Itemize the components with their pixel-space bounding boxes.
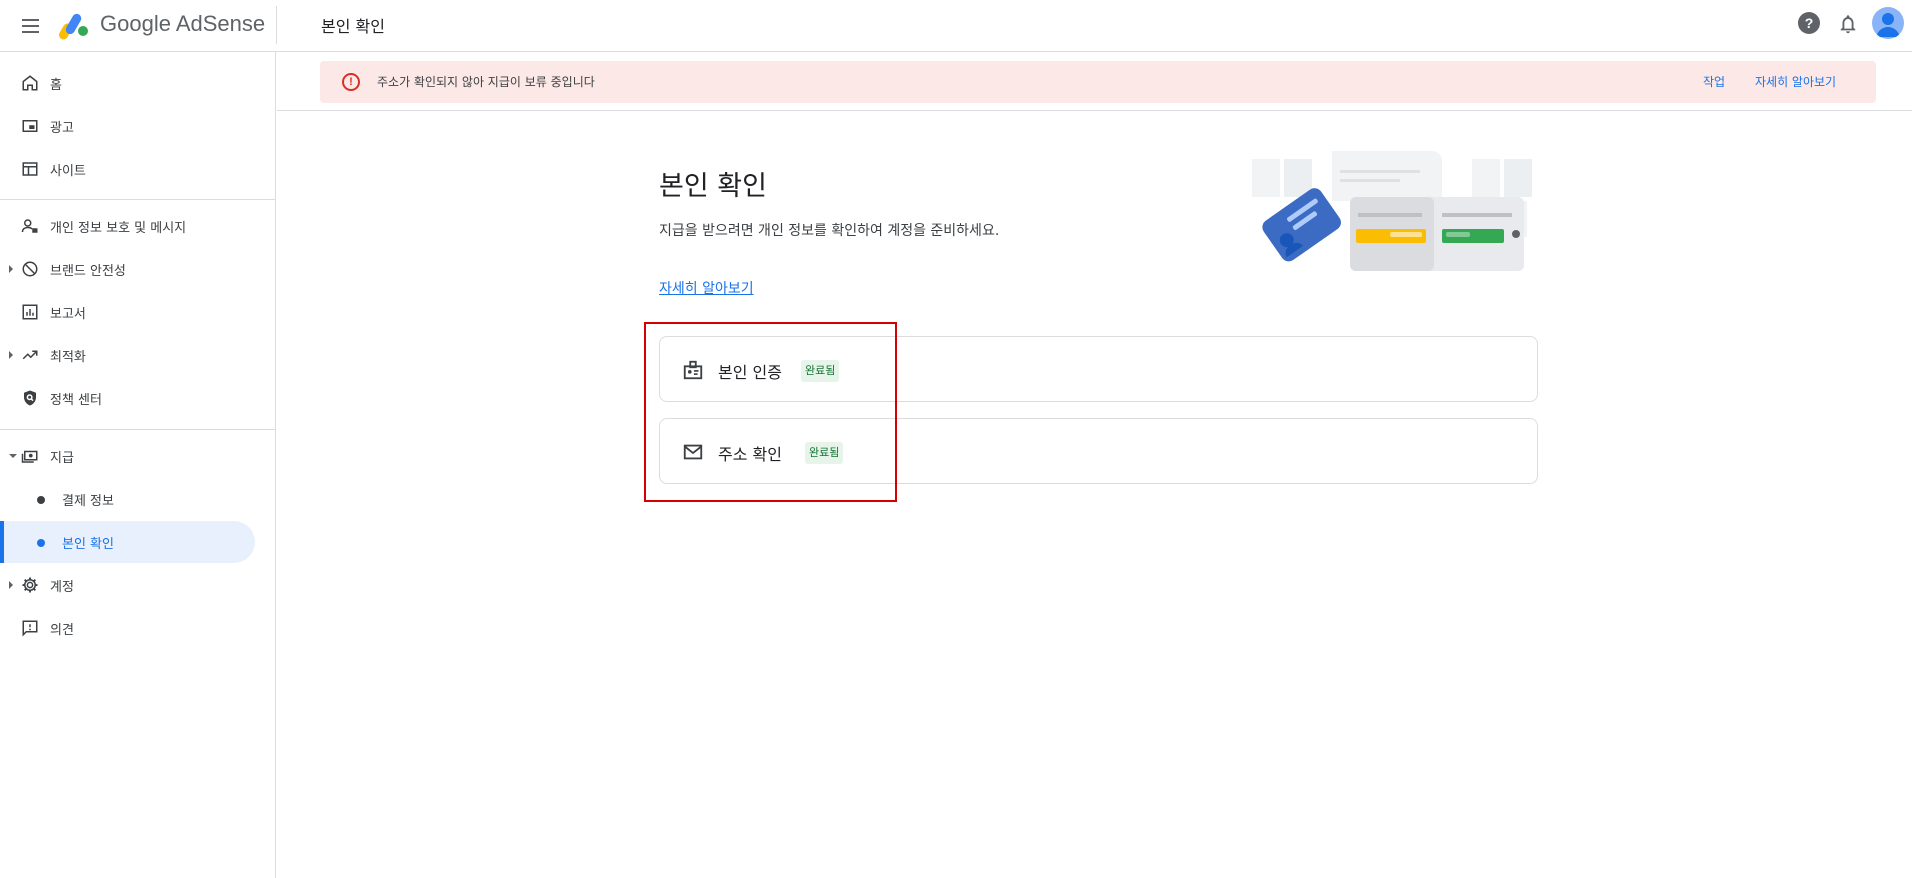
sidebar-divider <box>0 199 276 200</box>
bullet-icon <box>37 539 45 547</box>
alert-learn-more-link[interactable]: 자세히 알아보기 <box>1755 73 1836 90</box>
sidebar-item-account[interactable]: 계정 <box>0 564 255 606</box>
sidebar-item-label: 브랜드 안전성 <box>50 263 126 279</box>
sidebar-item-feedback[interactable]: 의견 <box>0 607 255 649</box>
sidebar-item-brand-safety[interactable]: 브랜드 안전성 <box>0 248 255 290</box>
bullet-icon <box>37 496 45 504</box>
app-brand: Google AdSense <box>100 11 266 36</box>
sidebar-item-payment-info[interactable]: 결제 정보 <box>0 478 255 520</box>
menu-icon[interactable] <box>18 13 44 39</box>
home-icon <box>20 73 40 93</box>
sidebar-item-optimization[interactable]: 최적화 <box>0 334 255 376</box>
sidebar-item-label: 광고 <box>50 120 74 136</box>
payments-icon <box>20 446 40 466</box>
header-divider <box>276 6 277 44</box>
sidebar-item-verification[interactable]: 본인 확인 <box>0 521 255 563</box>
sidebar-item-privacy[interactable]: 개인 정보 보호 및 메시지 <box>0 205 255 247</box>
notifications-icon[interactable] <box>1837 12 1859 36</box>
expand-caret-icon[interactable] <box>9 265 13 273</box>
sidebar-divider <box>0 429 276 430</box>
sidebar-item-policy-center[interactable]: 정책 센터 <box>0 377 255 419</box>
content-divider <box>277 110 1912 111</box>
sidebar-item-label: 의견 <box>50 622 74 638</box>
sidebar-item-label: 계정 <box>50 579 74 595</box>
top-app-bar: Google AdSense 본인 확인 ? <box>0 0 1912 52</box>
page-heading: 본인 확인 <box>321 17 385 36</box>
sites-icon <box>20 159 40 179</box>
alert-message: 주소가 확인되지 않아 지급이 보류 중입니다 <box>377 75 595 89</box>
policy-shield-icon <box>20 388 40 408</box>
ads-icon <box>20 116 40 136</box>
sidebar-item-home[interactable]: 홈 <box>0 62 255 104</box>
trending-icon <box>20 345 40 365</box>
feedback-icon <box>20 618 40 638</box>
sidebar-item-ads[interactable]: 광고 <box>0 105 255 147</box>
sidebar-item-payments[interactable]: 지급 <box>0 435 255 477</box>
sidebar-item-reports[interactable]: 보고서 <box>0 291 255 333</box>
alert-action-button[interactable]: 작업 <box>1703 73 1725 90</box>
learn-more-link[interactable]: 자세히 알아보기 <box>659 278 754 298</box>
sidebar-item-label: 사이트 <box>50 163 86 179</box>
collapse-caret-icon[interactable] <box>9 454 17 458</box>
privacy-icon <box>20 216 40 236</box>
expand-caret-icon[interactable] <box>9 581 13 589</box>
sidebar-item-label: 홈 <box>50 77 62 93</box>
sidebar-item-sites[interactable]: 사이트 <box>0 148 255 190</box>
help-icon[interactable]: ? <box>1798 12 1820 34</box>
sidebar-item-label: 최적화 <box>50 349 86 365</box>
avatar[interactable] <box>1872 7 1904 39</box>
sidebar: 홈 광고 사이트 개인 정보 보호 및 메시지 브랜드 안전성 보고서 최적화 … <box>0 52 276 878</box>
sidebar-item-label: 정책 센터 <box>50 392 102 408</box>
sidebar-item-label: 보고서 <box>50 306 86 322</box>
sidebar-item-label: 지급 <box>50 450 74 466</box>
page-description: 지급을 받으려면 개인 정보를 확인하여 계정을 준비하세요. <box>659 223 1000 239</box>
block-icon <box>20 259 40 279</box>
adsense-logo <box>59 13 88 40</box>
annotation-highlight-box <box>644 322 897 502</box>
gear-icon <box>20 575 40 595</box>
active-indicator <box>0 521 4 563</box>
sidebar-item-label: 본인 확인 <box>62 536 114 552</box>
account-circle-icon <box>1876 13 1900 37</box>
page-title: 본인 확인 <box>659 171 767 202</box>
sidebar-item-label: 결제 정보 <box>62 493 114 509</box>
verification-illustration <box>1252 151 1532 271</box>
reports-icon <box>20 302 40 322</box>
sidebar-item-label: 개인 정보 보호 및 메시지 <box>50 220 187 236</box>
payment-hold-alert: ! 주소가 확인되지 않아 지급이 보류 중입니다 작업 자세히 알아보기 <box>320 61 1876 103</box>
expand-caret-icon[interactable] <box>9 351 13 359</box>
error-icon: ! <box>342 73 360 91</box>
